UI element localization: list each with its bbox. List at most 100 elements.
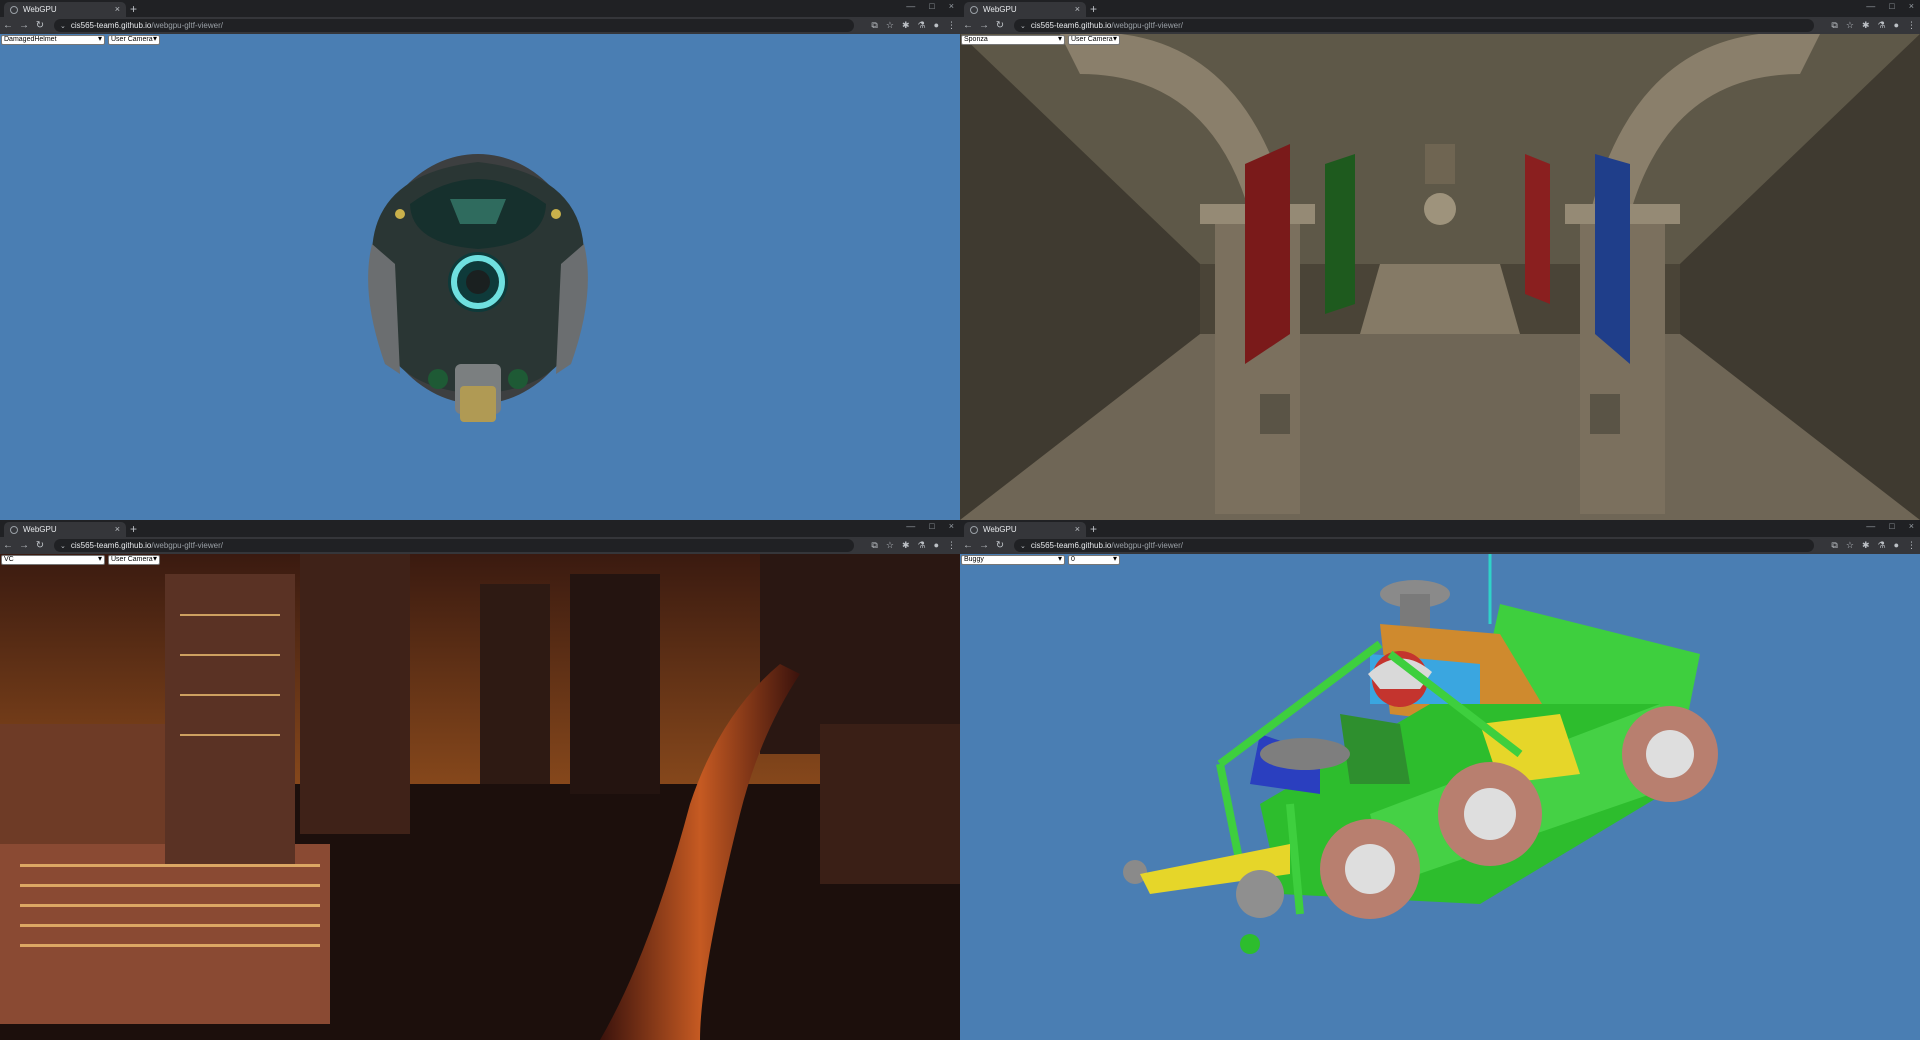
maximize-icon[interactable]: □ xyxy=(1889,521,1894,531)
back-icon[interactable]: ← xyxy=(960,17,976,34)
url-host: cis565-team6.github.io xyxy=(70,21,152,30)
webgpu-canvas[interactable]: VC User Camera xyxy=(0,554,960,1040)
site-info-icon[interactable]: ⌄ xyxy=(1020,542,1026,550)
address-bar[interactable]: ⌄ cis565-team6.github.io/webgpu-gltf-vie… xyxy=(54,19,854,32)
lab-icon[interactable]: ⚗ xyxy=(917,17,925,34)
star-icon[interactable]: ☆ xyxy=(886,17,894,34)
browser-tab[interactable]: WebGPU × xyxy=(964,2,1086,17)
browser-tab[interactable]: WebGPU × xyxy=(4,522,126,537)
window-close-icon[interactable]: × xyxy=(1909,521,1914,531)
browser-toolbar: ← → ↻ ⌄ cis565-team6.github.io/webgpu-gl… xyxy=(0,17,960,34)
menu-icon[interactable]: ⋮ xyxy=(1907,17,1916,34)
maximize-icon[interactable]: □ xyxy=(929,1,934,11)
share-icon[interactable]: ⧉ xyxy=(1831,537,1837,554)
site-info-icon[interactable]: ⌄ xyxy=(1020,22,1026,30)
profile-icon[interactable]: ● xyxy=(934,17,939,34)
browser-tab[interactable]: WebGPU × xyxy=(964,522,1086,537)
profile-icon[interactable]: ● xyxy=(1894,17,1899,34)
sponza-scene xyxy=(960,34,1920,520)
forward-icon[interactable]: → xyxy=(16,17,32,34)
model-select[interactable]: VC xyxy=(1,555,105,565)
tab-title: WebGPU xyxy=(23,5,57,14)
maximize-icon[interactable]: □ xyxy=(1889,1,1894,11)
maximize-icon[interactable]: □ xyxy=(929,521,934,531)
forward-icon[interactable]: → xyxy=(976,17,992,34)
reload-icon[interactable]: ↻ xyxy=(992,17,1008,34)
minimize-icon[interactable]: — xyxy=(906,1,915,11)
back-icon[interactable]: ← xyxy=(0,17,16,34)
profile-icon[interactable]: ● xyxy=(1894,537,1899,554)
new-tab-icon[interactable]: + xyxy=(130,522,137,536)
lab-icon[interactable]: ⚗ xyxy=(1877,537,1885,554)
forward-icon[interactable]: → xyxy=(16,537,32,554)
extensions-icon[interactable]: ✱ xyxy=(902,537,910,554)
share-icon[interactable]: ⧉ xyxy=(871,537,877,554)
globe-icon xyxy=(970,5,978,14)
city-scene xyxy=(0,554,960,1040)
close-icon[interactable]: × xyxy=(1075,525,1080,534)
helmet-scene xyxy=(0,34,960,520)
close-icon[interactable]: × xyxy=(115,525,120,534)
address-bar[interactable]: ⌄ cis565-team6.github.io/webgpu-gltf-vie… xyxy=(54,539,854,552)
globe-icon xyxy=(970,525,978,534)
extensions-icon[interactable]: ✱ xyxy=(902,17,910,34)
new-tab-icon[interactable]: + xyxy=(130,2,137,16)
tab-strip: WebGPU × + — □ × xyxy=(0,520,960,537)
tab-strip: WebGPU × + — □ × xyxy=(960,0,1920,17)
star-icon[interactable]: ☆ xyxy=(886,537,894,554)
reload-icon[interactable]: ↻ xyxy=(992,537,1008,554)
camera-select[interactable]: User Camera xyxy=(108,35,160,45)
share-icon[interactable]: ⧉ xyxy=(1831,17,1837,34)
url-host: cis565-team6.github.io xyxy=(1030,541,1112,550)
minimize-icon[interactable]: — xyxy=(906,521,915,531)
url-path: /webgpu-gltf-viewer/ xyxy=(151,21,223,30)
new-tab-icon[interactable]: + xyxy=(1090,522,1097,536)
close-icon[interactable]: × xyxy=(115,5,120,14)
browser-window-helmet: WebGPU × + — □ × ← → ↻ ⌄ cis565-team6.gi… xyxy=(0,0,960,520)
model-select[interactable]: Sponza xyxy=(961,35,1065,45)
model-select[interactable]: DamagedHelmet xyxy=(1,35,105,45)
address-bar[interactable]: ⌄ cis565-team6.github.io/webgpu-gltf-vie… xyxy=(1014,539,1814,552)
close-icon[interactable]: × xyxy=(1075,5,1080,14)
address-bar[interactable]: ⌄ cis565-team6.github.io/webgpu-gltf-vie… xyxy=(1014,19,1814,32)
tab-title: WebGPU xyxy=(983,525,1017,534)
star-icon[interactable]: ☆ xyxy=(1846,17,1854,34)
reload-icon[interactable]: ↻ xyxy=(32,537,48,554)
browser-toolbar: ← → ↻ ⌄ cis565-team6.github.io/webgpu-gl… xyxy=(960,17,1920,34)
site-info-icon[interactable]: ⌄ xyxy=(60,542,66,550)
back-icon[interactable]: ← xyxy=(960,537,976,554)
buggy-scene xyxy=(960,554,1920,1040)
forward-icon[interactable]: → xyxy=(976,537,992,554)
new-tab-icon[interactable]: + xyxy=(1090,2,1097,16)
minimize-icon[interactable]: — xyxy=(1866,1,1875,11)
webgpu-canvas[interactable]: Sponza User Camera xyxy=(960,34,1920,520)
browser-window-buggy: WebGPU × + — □ × ← → ↻ ⌄ cis565-team6.gi… xyxy=(960,520,1920,1040)
star-icon[interactable]: ☆ xyxy=(1846,537,1854,554)
extensions-icon[interactable]: ✱ xyxy=(1862,17,1870,34)
profile-icon[interactable]: ● xyxy=(934,537,939,554)
window-close-icon[interactable]: × xyxy=(949,1,954,11)
back-icon[interactable]: ← xyxy=(0,537,16,554)
window-close-icon[interactable]: × xyxy=(1909,1,1914,11)
url-path: /webgpu-gltf-viewer/ xyxy=(151,541,223,550)
site-info-icon[interactable]: ⌄ xyxy=(60,22,66,30)
menu-icon[interactable]: ⋮ xyxy=(947,17,956,34)
menu-icon[interactable]: ⋮ xyxy=(1907,537,1916,554)
minimize-icon[interactable]: — xyxy=(1866,521,1875,531)
browser-tab[interactable]: WebGPU × xyxy=(4,2,126,17)
webgpu-canvas[interactable]: DamagedHelmet User Camera xyxy=(0,34,960,520)
globe-icon xyxy=(10,5,18,14)
webgpu-canvas[interactable]: Buggy 0 xyxy=(960,554,1920,1040)
camera-select[interactable]: 0 xyxy=(1068,555,1120,565)
share-icon[interactable]: ⧉ xyxy=(871,17,877,34)
lab-icon[interactable]: ⚗ xyxy=(917,537,925,554)
camera-select[interactable]: User Camera xyxy=(108,555,160,565)
menu-icon[interactable]: ⋮ xyxy=(947,537,956,554)
lab-icon[interactable]: ⚗ xyxy=(1877,17,1885,34)
tab-title: WebGPU xyxy=(983,5,1017,14)
reload-icon[interactable]: ↻ xyxy=(32,17,48,34)
model-select[interactable]: Buggy xyxy=(961,555,1065,565)
extensions-icon[interactable]: ✱ xyxy=(1862,537,1870,554)
window-close-icon[interactable]: × xyxy=(949,521,954,531)
camera-select[interactable]: User Camera xyxy=(1068,35,1120,45)
